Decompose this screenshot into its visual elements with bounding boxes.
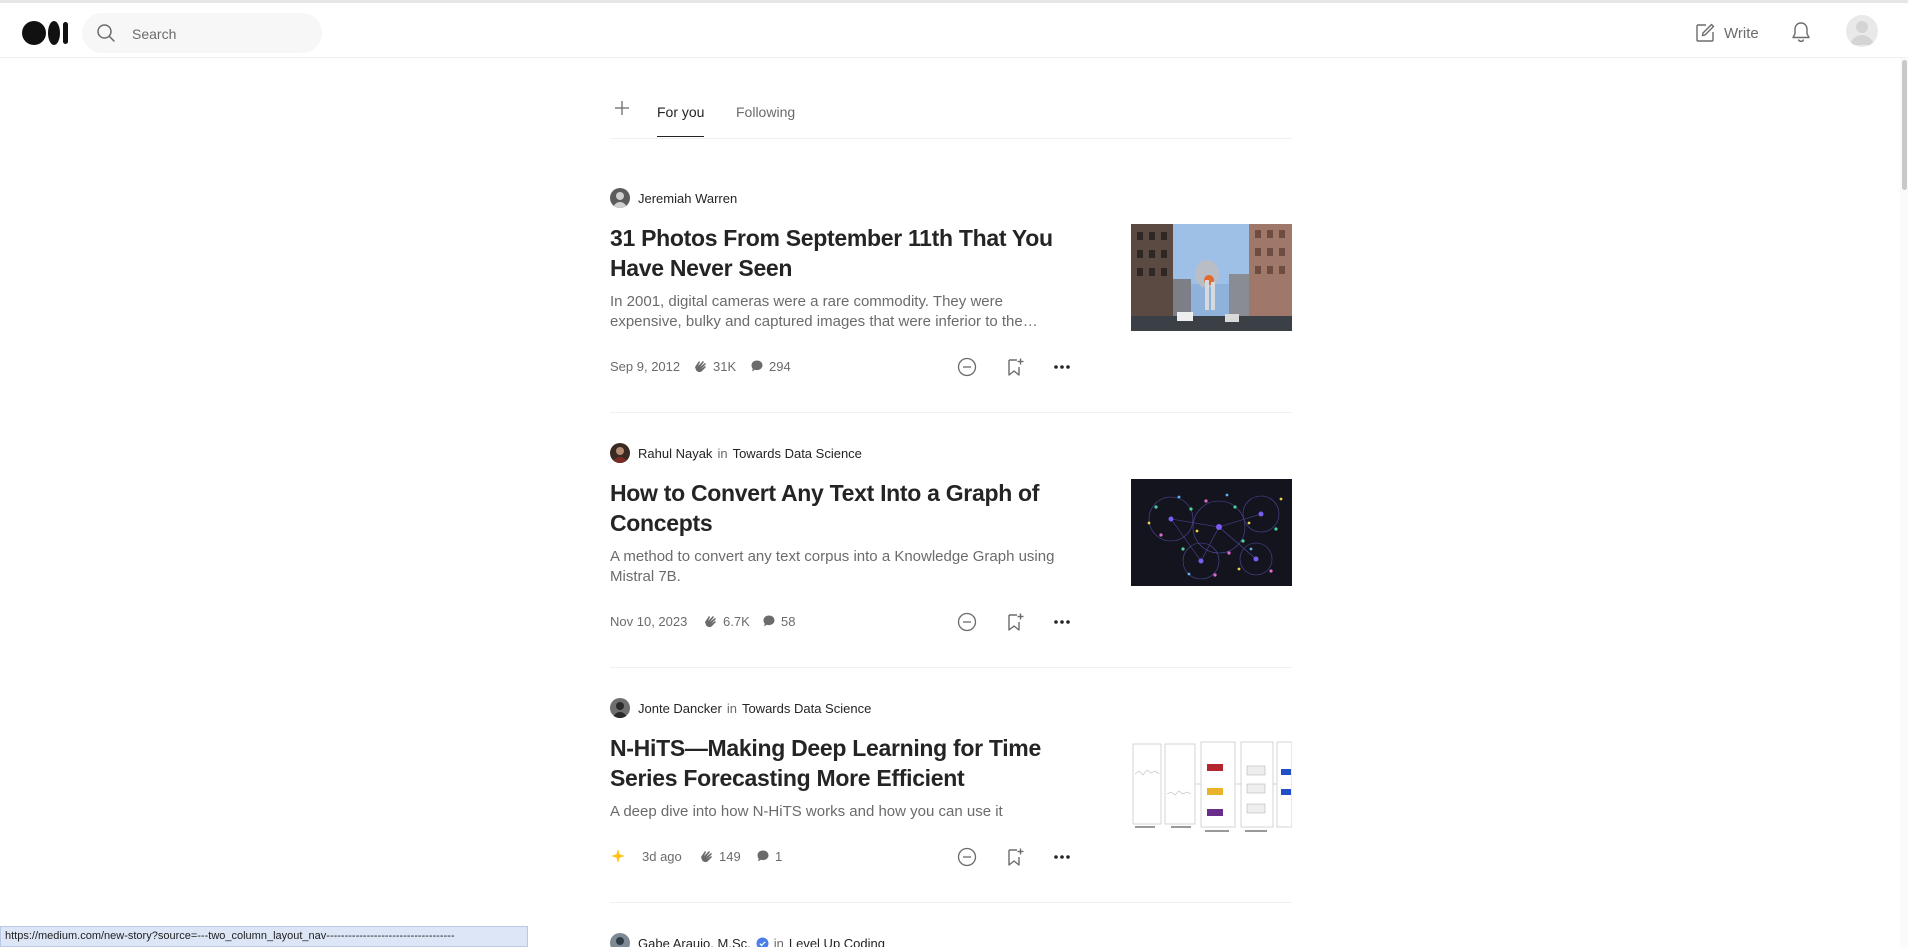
user-avatar[interactable] bbox=[1846, 15, 1878, 47]
minus-circle-icon bbox=[957, 847, 977, 867]
author-name[interactable]: Rahul Nayak bbox=[638, 446, 712, 461]
article-title[interactable]: N-HiTS—Making Deep Learning for Time Ser… bbox=[610, 733, 1070, 793]
scrollbar-thumb[interactable] bbox=[1902, 60, 1907, 190]
avatar-placeholder-icon bbox=[1850, 21, 1874, 45]
browser-status-url: https://medium.com/new-story?source=---t… bbox=[0, 926, 528, 947]
more-options-button[interactable] bbox=[1051, 356, 1073, 378]
show-less-button[interactable] bbox=[956, 611, 978, 633]
author-row: Rahul Nayak in Towards Data Science bbox=[610, 443, 862, 463]
more-options-button[interactable] bbox=[1051, 611, 1073, 633]
tab-following[interactable]: Following bbox=[736, 104, 795, 120]
in-text: in bbox=[717, 445, 728, 461]
bookmark-add-icon bbox=[1008, 848, 1024, 866]
architecture-diagram-image bbox=[1131, 734, 1292, 841]
author-avatar[interactable] bbox=[610, 443, 630, 463]
author-row: Jeremiah Warren bbox=[610, 188, 737, 208]
member-star-icon bbox=[611, 849, 625, 863]
add-topic-button[interactable] bbox=[614, 100, 630, 116]
comment-count: 58 bbox=[781, 613, 796, 629]
comment-count: 294 bbox=[769, 358, 791, 374]
comment-icon bbox=[763, 615, 775, 627]
top-nav: Write bbox=[0, 3, 1908, 58]
bookmark-button[interactable] bbox=[1004, 356, 1026, 378]
clap-icon bbox=[705, 616, 716, 628]
article-subtitle[interactable]: In 2001, digital cameras were a rare com… bbox=[610, 292, 1070, 332]
write-icon bbox=[1696, 23, 1715, 42]
clap-count: 149 bbox=[719, 848, 741, 864]
more-icon bbox=[1054, 620, 1070, 624]
article-thumbnail[interactable] bbox=[1131, 224, 1292, 331]
search-input[interactable] bbox=[130, 23, 314, 45]
author-name[interactable]: Gabe Araujo, M.Sc. bbox=[638, 936, 751, 947]
write-button[interactable]: Write bbox=[1694, 21, 1759, 45]
comment-count: 1 bbox=[775, 848, 783, 864]
plus-icon bbox=[615, 101, 629, 115]
author-row: Gabe Araujo, M.Sc. in Level Up Coding bbox=[610, 933, 885, 947]
bookmark-add-icon bbox=[1008, 358, 1024, 376]
publication-name[interactable]: Towards Data Science bbox=[733, 446, 862, 461]
more-options-button[interactable] bbox=[1051, 846, 1073, 868]
author-avatar[interactable] bbox=[610, 188, 630, 208]
article-card: Jonte Dancker in Towards Data Science N-… bbox=[610, 698, 1292, 902]
scrollbar-track[interactable] bbox=[1900, 58, 1908, 947]
in-text: in bbox=[773, 935, 784, 947]
bookmark-button[interactable] bbox=[1004, 611, 1026, 633]
verified-badge-icon bbox=[756, 937, 769, 947]
write-label: Write bbox=[1724, 24, 1759, 42]
author-avatar[interactable] bbox=[610, 933, 630, 947]
active-tab-indicator bbox=[657, 136, 704, 137]
divider bbox=[610, 667, 1292, 668]
knowledge-graph-image bbox=[1131, 479, 1292, 586]
article-card: Jeremiah Warren 31 Photos From September… bbox=[610, 188, 1292, 412]
notifications-button[interactable] bbox=[1790, 20, 1812, 49]
publication-name[interactable]: Level Up Coding bbox=[789, 936, 885, 947]
comment-icon bbox=[757, 850, 769, 862]
tab-for-you[interactable]: For you bbox=[657, 104, 704, 120]
article-subtitle[interactable]: A deep dive into how N-HiTS works and ho… bbox=[610, 802, 1070, 822]
article-title[interactable]: How to Convert Any Text Into a Graph of … bbox=[610, 478, 1070, 538]
article-thumbnail[interactable] bbox=[1131, 479, 1292, 586]
clap-count: 6.7K bbox=[723, 613, 750, 629]
author-name[interactable]: Jeremiah Warren bbox=[638, 191, 737, 206]
in-text: in bbox=[726, 700, 737, 716]
author-row: Jonte Dancker in Towards Data Science bbox=[610, 698, 871, 718]
clap-icon bbox=[701, 851, 712, 863]
search-icon bbox=[97, 24, 115, 42]
divider bbox=[610, 902, 1292, 903]
article-meta: Sep 9, 2012 31K 294 bbox=[610, 356, 1080, 378]
article-title[interactable]: 31 Photos From September 11th That You H… bbox=[610, 223, 1070, 283]
bookmark-button[interactable] bbox=[1004, 846, 1026, 868]
clap-icon bbox=[695, 361, 706, 373]
clap-count: 31K bbox=[713, 358, 737, 374]
city-street-photo bbox=[1131, 224, 1292, 331]
publish-date: Nov 10, 2023 bbox=[610, 613, 688, 629]
article-meta: 3d ago 149 1 bbox=[610, 846, 1080, 868]
more-icon bbox=[1054, 365, 1070, 369]
author-name[interactable]: Jonte Dancker bbox=[638, 701, 722, 716]
article-card: Gabe Araujo, M.Sc. in Level Up Coding bbox=[610, 933, 1292, 947]
divider bbox=[610, 412, 1292, 413]
medium-logo-icon[interactable] bbox=[22, 19, 68, 45]
show-less-button[interactable] bbox=[956, 356, 978, 378]
author-avatar[interactable] bbox=[610, 698, 630, 718]
minus-circle-icon bbox=[957, 357, 977, 377]
article-subtitle[interactable]: A method to convert any text corpus into… bbox=[610, 547, 1070, 587]
bookmark-add-icon bbox=[1008, 613, 1024, 631]
comment-icon bbox=[751, 360, 763, 372]
publish-date: Sep 9, 2012 bbox=[610, 358, 681, 374]
article-meta: Nov 10, 2023 6.7K 58 bbox=[610, 611, 1080, 633]
feed-tabs: For you Following bbox=[610, 90, 1292, 139]
article-thumbnail[interactable] bbox=[1131, 734, 1292, 841]
article-card: Rahul Nayak in Towards Data Science How … bbox=[610, 443, 1292, 667]
show-less-button[interactable] bbox=[956, 846, 978, 868]
more-icon bbox=[1054, 855, 1070, 859]
minus-circle-icon bbox=[957, 612, 977, 632]
publish-date: 3d ago bbox=[642, 848, 682, 864]
publication-name[interactable]: Towards Data Science bbox=[742, 701, 871, 716]
bell-icon bbox=[1792, 22, 1810, 43]
search-box[interactable] bbox=[82, 13, 322, 53]
